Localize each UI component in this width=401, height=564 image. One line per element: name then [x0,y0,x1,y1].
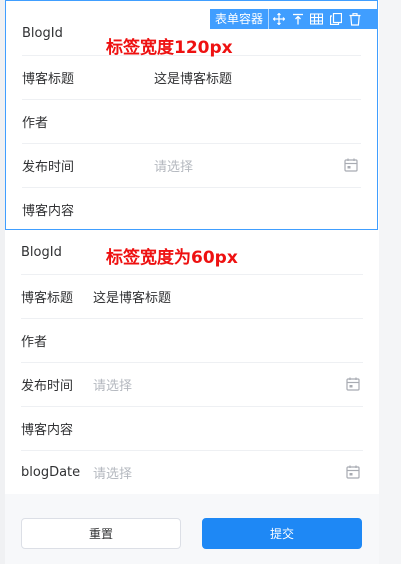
table-icon[interactable] [307,9,326,29]
delete-icon[interactable] [345,9,364,29]
form-designer-canvas: BlogId 博客标题 这是博客标题 作者 发布时间 请选择 博客内容 标签宽度… [5,0,379,564]
form-item-publish-time[interactable]: 发布时间 请选择 [22,143,361,188]
field-label: 博客内容 [22,203,75,219]
form-footer: 重置 提交 [5,494,379,564]
field-label: 发布时间 [22,159,75,175]
container-toolbar: 表单容器 [210,9,378,29]
select-parent-icon[interactable] [288,9,307,29]
form-item-blog-title[interactable]: 博客标题 这是博客标题 [21,274,363,319]
date-picker-input[interactable]: 请选择 [154,143,193,187]
field-label: 博客标题 [21,290,74,306]
copy-icon[interactable] [326,9,345,29]
field-label: BlogId [21,244,62,260]
submit-button[interactable]: 提交 [202,518,362,549]
form-item-blog-title[interactable]: 博客标题 这是博客标题 [22,55,361,100]
title-input[interactable]: 这是博客标题 [154,55,232,99]
move-icon[interactable] [269,9,288,29]
field-label: BlogId [22,25,63,41]
container-type-tag: 表单容器 [210,9,270,29]
form-item-publish-time[interactable]: 发布时间 请选择 [21,362,363,407]
field-label: 发布时间 [21,378,74,394]
field-label: blogDate [21,464,81,480]
form-item-author[interactable]: 作者 [22,99,361,144]
field-label: 作者 [22,115,49,131]
calendar-icon[interactable] [345,464,361,480]
calendar-icon[interactable] [343,157,359,173]
form-item-author[interactable]: 作者 [21,318,363,363]
field-label: 博客标题 [22,71,75,87]
label-width-annotation-1: 标签宽度120px [106,38,233,58]
field-label: 博客内容 [21,422,74,438]
calendar-icon[interactable] [345,376,361,392]
form-item-blog-content[interactable]: 博客内容 [21,406,363,451]
form-item-blog-content[interactable]: 博客内容 [22,187,361,231]
title-input[interactable]: 这是博客标题 [93,274,171,318]
reset-button[interactable]: 重置 [21,518,181,549]
date-picker-input[interactable]: 请选择 [93,450,132,494]
field-label: 作者 [21,334,48,350]
form-item-blog-date[interactable]: blogDate 请选择 [21,450,363,494]
scrollbar-track[interactable] [379,0,401,564]
date-picker-input[interactable]: 请选择 [93,362,132,406]
label-width-annotation-2: 标签宽度为60px [106,248,238,268]
